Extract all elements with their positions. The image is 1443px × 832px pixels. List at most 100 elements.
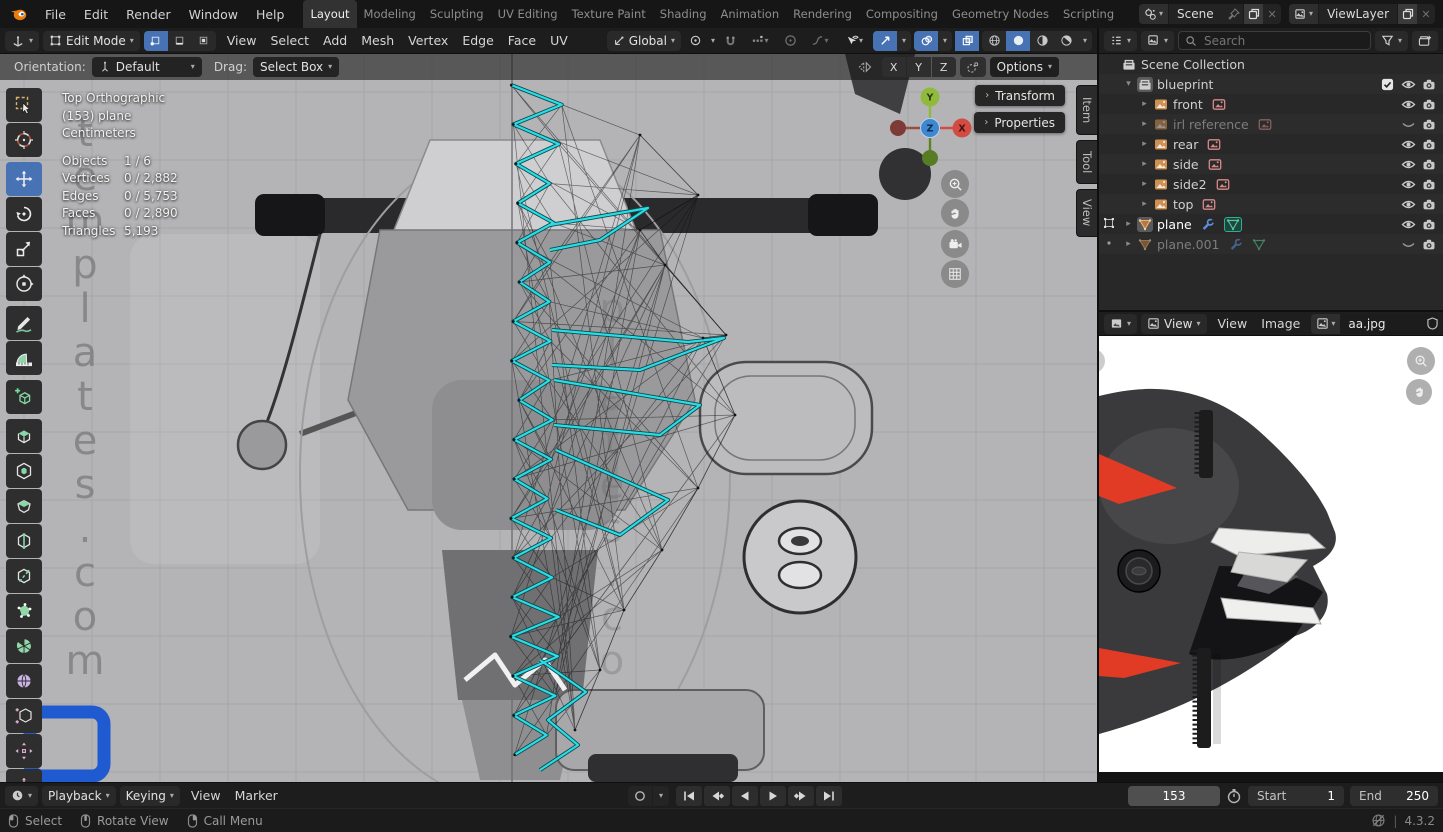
xray-toggle[interactable] bbox=[955, 30, 979, 51]
disable-render-toggle[interactable] bbox=[1420, 98, 1438, 111]
sidebar-tab-view[interactable]: View bbox=[1076, 189, 1097, 237]
vertex-select-button[interactable] bbox=[143, 30, 168, 51]
gizmo-dropdown[interactable]: ▾ bbox=[897, 31, 911, 51]
tweak-tool-button[interactable] bbox=[6, 88, 42, 122]
outliner-row-irl-reference[interactable]: ▸ irl reference bbox=[1099, 114, 1443, 134]
image-zoom-button[interactable] bbox=[1407, 347, 1435, 375]
frame-start-field[interactable]: Start 1 bbox=[1248, 785, 1344, 806]
workspace-tab-texture-paint[interactable]: Texture Paint bbox=[565, 0, 653, 28]
hide-viewport-toggle[interactable] bbox=[1399, 118, 1417, 131]
image-menu-view[interactable]: View bbox=[1211, 316, 1255, 331]
snap-settings-dropdown[interactable]: ▾ bbox=[745, 31, 775, 51]
workspace-tab-layout[interactable]: Layout bbox=[303, 0, 357, 28]
disable-render-toggle[interactable] bbox=[1420, 218, 1438, 231]
viewlayer-name[interactable]: ViewLayer bbox=[1319, 7, 1397, 21]
measure-tool-button[interactable] bbox=[6, 341, 42, 375]
play-button[interactable] bbox=[760, 785, 786, 806]
stopwatch-icon[interactable] bbox=[1226, 788, 1242, 804]
chevron-right-icon[interactable]: ▸ bbox=[1137, 119, 1152, 129]
jump-first-button[interactable] bbox=[676, 785, 702, 806]
chevron-down-icon[interactable]: ▾ bbox=[1121, 79, 1136, 89]
outliner-row-front[interactable]: ▸ front bbox=[1099, 94, 1443, 114]
scene-icon[interactable]: ▾ bbox=[1139, 4, 1170, 24]
chevron-right-icon[interactable]: ▸ bbox=[1137, 179, 1152, 189]
prev-keyframe-button[interactable] bbox=[704, 785, 730, 806]
outliner-editor-type-button[interactable]: ▾ bbox=[1104, 30, 1138, 51]
image-menu-image[interactable]: Image bbox=[1254, 316, 1307, 331]
disable-render-toggle[interactable] bbox=[1420, 238, 1438, 251]
mirror-y-button[interactable]: Y bbox=[906, 57, 931, 77]
rip-region-tool-button[interactable] bbox=[6, 699, 42, 733]
viewport-menu-uv[interactable]: UV bbox=[543, 33, 575, 48]
workspace-tab-uv-editing[interactable]: UV Editing bbox=[491, 0, 565, 28]
workspace-tab-animation[interactable]: Animation bbox=[714, 0, 787, 28]
viewlayer-copy-button[interactable] bbox=[1397, 4, 1417, 24]
mode-dropdown[interactable]: Edit Mode ▾ bbox=[43, 30, 140, 51]
blender-logo-icon[interactable] bbox=[6, 0, 36, 28]
viewport-menu-select[interactable]: Select bbox=[263, 33, 316, 48]
scene-selector[interactable]: ▾ Scene ✕ bbox=[1139, 4, 1282, 24]
extrude-region-tool-button[interactable] bbox=[6, 419, 42, 453]
rendered-shading-button[interactable] bbox=[1054, 31, 1078, 51]
solid-shading-button[interactable] bbox=[1006, 30, 1030, 51]
network-offline-icon[interactable] bbox=[1371, 813, 1386, 828]
wireframe-shading-button[interactable] bbox=[982, 31, 1006, 51]
disable-render-toggle[interactable] bbox=[1420, 158, 1438, 171]
viewport-menu-vertex[interactable]: Vertex bbox=[401, 33, 455, 48]
chevron-right-icon[interactable]: ▸ bbox=[1137, 139, 1152, 149]
workspace-tab-modeling[interactable]: Modeling bbox=[357, 0, 423, 28]
outliner-display-mode-button[interactable]: ▾ bbox=[1141, 30, 1175, 51]
show-gizmo-toggle[interactable] bbox=[873, 30, 897, 51]
scene-copy-button[interactable] bbox=[1243, 4, 1264, 24]
pan-view-button[interactable] bbox=[941, 199, 969, 227]
outliner-row-plane[interactable]: ▸ plane bbox=[1099, 214, 1443, 234]
toggle-grid-button[interactable] bbox=[941, 260, 969, 288]
face-select-button[interactable] bbox=[192, 31, 216, 51]
frame-end-field[interactable]: End 250 bbox=[1350, 785, 1438, 806]
inset-faces-tool-button[interactable] bbox=[6, 454, 42, 488]
next-keyframe-button[interactable] bbox=[788, 785, 814, 806]
disable-render-toggle[interactable] bbox=[1420, 178, 1438, 191]
zoom-view-button[interactable] bbox=[941, 170, 969, 198]
timeline-menu-view[interactable]: View bbox=[184, 788, 228, 803]
chevron-right-icon[interactable]: ▸ bbox=[1137, 199, 1152, 209]
annotate-tool-button[interactable] bbox=[6, 306, 42, 340]
rotate-tool-button[interactable] bbox=[6, 197, 42, 231]
hide-viewport-toggle[interactable] bbox=[1399, 178, 1417, 191]
outliner-row-side[interactable]: ▸ side bbox=[1099, 154, 1443, 174]
move-tool-button[interactable] bbox=[6, 162, 42, 196]
disable-render-toggle[interactable] bbox=[1420, 138, 1438, 151]
pivot-point-icon[interactable] bbox=[684, 31, 708, 51]
poly-build-tool-button[interactable] bbox=[6, 594, 42, 628]
options-dropdown[interactable]: Options ▾ bbox=[989, 57, 1059, 77]
navigation-gizmo[interactable]: Y X Z bbox=[880, 78, 980, 178]
shading-dropdown[interactable]: ▾ bbox=[1078, 31, 1092, 51]
hide-viewport-toggle[interactable] bbox=[1399, 98, 1417, 111]
hide-viewport-toggle[interactable] bbox=[1399, 218, 1417, 231]
gizmo-y-neg-axis[interactable] bbox=[922, 150, 938, 166]
outliner-row-top[interactable]: ▸ top bbox=[1099, 194, 1443, 214]
chevron-right-icon[interactable]: ▸ bbox=[1137, 159, 1152, 169]
workspace-tab-scripting[interactable]: Scripting bbox=[1056, 0, 1121, 28]
overlays-dropdown[interactable]: ▾ bbox=[938, 31, 952, 51]
workspace-tab-compositing[interactable]: Compositing bbox=[859, 0, 945, 28]
outliner-search[interactable] bbox=[1178, 31, 1371, 50]
falloff-dropdown[interactable]: ▾ bbox=[805, 31, 835, 51]
image-mode-dropdown[interactable]: View ▾ bbox=[1141, 313, 1207, 334]
outliner-filter-button[interactable]: ▾ bbox=[1374, 30, 1408, 51]
disable-render-toggle[interactable] bbox=[1420, 118, 1438, 131]
timeline-editor-type-button[interactable]: ▾ bbox=[5, 785, 39, 806]
shrink-fatten-tool-button[interactable] bbox=[6, 769, 42, 782]
transform-orientation-dropdown[interactable]: Global ▾ bbox=[606, 30, 681, 51]
add-cube-tool-button[interactable] bbox=[6, 380, 42, 414]
cursor-tool-button[interactable] bbox=[6, 123, 42, 157]
smooth-tool-button[interactable] bbox=[6, 664, 42, 698]
image-datablock-selector[interactable]: ▾ aa.jpg bbox=[1311, 313, 1438, 334]
mirror-icon[interactable] bbox=[851, 57, 878, 77]
outliner-search-input[interactable] bbox=[1202, 32, 1364, 49]
spin-tool-button[interactable] bbox=[6, 629, 42, 663]
current-frame-field[interactable]: 153 bbox=[1128, 785, 1220, 806]
viewport-menu-add[interactable]: Add bbox=[316, 33, 354, 48]
hide-viewport-toggle[interactable] bbox=[1399, 238, 1417, 251]
gizmo-x-neg-axis[interactable] bbox=[890, 120, 906, 136]
